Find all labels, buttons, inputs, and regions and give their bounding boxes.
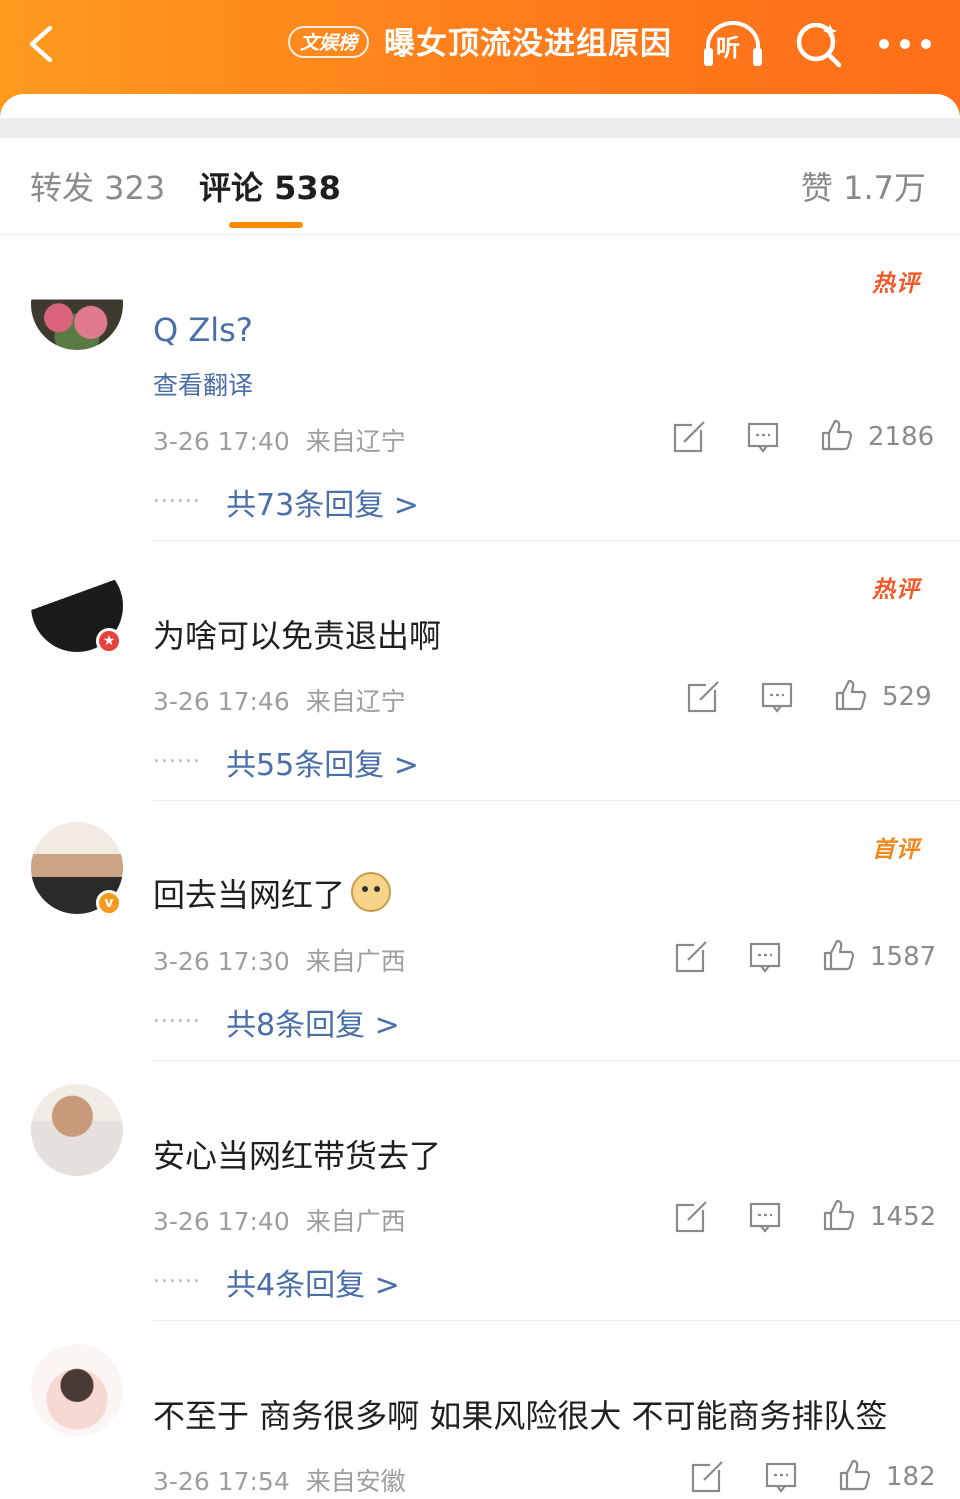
comment-icon[interactable] <box>746 420 780 454</box>
reply-dots: ······ <box>153 749 201 775</box>
more-options-icon[interactable] <box>878 38 932 50</box>
comment-meta: 3-26 17:46 来自辽宁 <box>153 682 406 718</box>
active-tab-indicator <box>229 222 303 228</box>
replies-row[interactable]: ······ 共55条回复 > <box>153 740 419 784</box>
listen-label: 听 <box>716 34 740 62</box>
hot-comment-badge: 热评 <box>872 271 920 297</box>
like-icon[interactable] <box>834 678 868 712</box>
comment-text: 安心当网红带货去了 <box>153 1137 442 1175</box>
search-icon[interactable] <box>792 18 844 70</box>
comment-icon[interactable] <box>760 680 794 714</box>
comment-item: 不至于 商务很多啊 如果风险很大 不可能商务排队签 3-26 17:54 来自安… <box>0 1322 960 1499</box>
comment-location: 来自安徽 <box>305 1467 406 1496</box>
verified-badge: ★ <box>96 628 122 654</box>
comment-meta: 3-26 17:40 来自辽宁 <box>153 422 406 458</box>
comment-item: v 首评 回去当网红了 3-26 17:30 来自广西 1587 ······ … <box>0 802 960 1062</box>
comment-meta: 3-26 17:54 来自安徽 <box>153 1462 406 1498</box>
doge-emoji-icon <box>351 872 392 912</box>
back-arrow-icon[interactable] <box>22 20 62 68</box>
tab-likes[interactable]: 赞 1.7万 <box>801 168 926 208</box>
comment-text-content: 回去当网红了 <box>153 876 346 914</box>
view-replies-link[interactable]: 共8条回复 > <box>226 1008 400 1043</box>
comment-text: 为啥可以免责退出啊 <box>153 617 442 655</box>
topic-title[interactable]: 曝女顶流没进组原因 <box>384 22 672 66</box>
repost-icon[interactable] <box>674 940 708 974</box>
like-icon[interactable] <box>820 418 854 452</box>
section-separator <box>0 118 960 138</box>
repost-icon[interactable] <box>674 1200 708 1234</box>
like-count: 529 <box>882 682 932 712</box>
repost-icon[interactable] <box>672 420 706 454</box>
comment-item: ★ 热评 为啥可以免责退出啊 3-26 17:46 来自辽宁 529 ·····… <box>0 542 960 802</box>
repost-icon[interactable] <box>686 680 720 714</box>
verified-badge: v <box>96 890 122 916</box>
reply-dots: ······ <box>153 1009 201 1035</box>
comment-time: 3-26 17:54 <box>153 1467 290 1496</box>
comment-location: 来自辽宁 <box>305 427 406 456</box>
comment-meta: 3-26 17:30 来自广西 <box>153 942 406 978</box>
comment-text: 不至于 商务很多啊 如果风险很大 不可能商务排队签 <box>153 1397 888 1435</box>
like-icon[interactable] <box>822 1198 856 1232</box>
ranking-tag[interactable]: 文娱榜 <box>288 26 370 58</box>
avatar[interactable] <box>31 258 123 350</box>
like-icon[interactable] <box>838 1458 872 1492</box>
comment-icon[interactable] <box>748 1200 782 1234</box>
comment-location: 来自广西 <box>305 1207 406 1236</box>
comment-item: 安心当网红带货去了 3-26 17:40 来自广西 1452 ······ 共4… <box>0 1062 960 1322</box>
view-replies-link[interactable]: 共4条回复 > <box>226 1268 400 1303</box>
reply-dots: ······ <box>153 1269 201 1295</box>
repost-icon[interactable] <box>690 1460 724 1494</box>
comment-text: Q Zls? <box>153 311 253 349</box>
replies-row[interactable]: ······ 共73条回复 > <box>153 480 419 524</box>
tab-reposts[interactable]: 转发 323 <box>30 168 165 208</box>
hot-comment-badge: 热评 <box>872 577 920 603</box>
comment-location: 来自广西 <box>305 947 406 976</box>
comment-item: 热评 Q Zls? 查看翻译 3-26 17:40 来自辽宁 2186 ····… <box>0 236 960 542</box>
divider <box>153 540 960 541</box>
comment-time: 3-26 17:46 <box>153 687 290 716</box>
comment-time: 3-26 17:30 <box>153 947 290 976</box>
like-icon[interactable] <box>822 938 856 972</box>
comment-text: 回去当网红了 <box>153 872 392 917</box>
comment-location: 来自辽宁 <box>305 687 406 716</box>
comment-time: 3-26 17:40 <box>153 1207 290 1236</box>
divider <box>153 1060 960 1061</box>
reply-dots: ······ <box>153 489 201 515</box>
like-count: 2186 <box>868 422 935 452</box>
replies-row[interactable]: ······ 共4条回复 > <box>153 1260 400 1304</box>
replies-row[interactable]: ······ 共8条回复 > <box>153 1000 400 1044</box>
divider <box>153 800 960 801</box>
avatar[interactable] <box>31 1344 123 1436</box>
comment-tabs: 转发 323 评论 538 赞 1.7万 <box>0 138 960 235</box>
view-translation-link[interactable]: 查看翻译 <box>153 366 253 402</box>
like-count: 182 <box>886 1462 936 1492</box>
like-count: 1452 <box>870 1202 937 1232</box>
first-comment-badge: 首评 <box>872 837 920 863</box>
comment-icon[interactable] <box>748 940 782 974</box>
divider <box>153 1320 960 1321</box>
comment-time: 3-26 17:40 <box>153 427 290 456</box>
view-replies-link[interactable]: 共73条回复 > <box>226 488 419 523</box>
comment-icon[interactable] <box>764 1460 798 1494</box>
avatar[interactable] <box>31 1084 123 1176</box>
comment-meta: 3-26 17:40 来自广西 <box>153 1202 406 1238</box>
like-count: 1587 <box>870 942 937 972</box>
view-replies-link[interactable]: 共55条回复 > <box>226 748 419 783</box>
